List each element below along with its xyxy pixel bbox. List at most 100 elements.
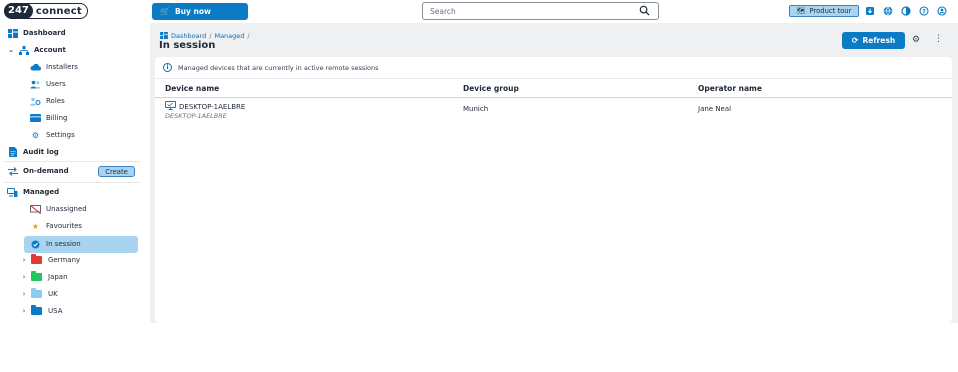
gear-icon[interactable]: ⚙ bbox=[912, 35, 920, 45]
sidebar-item-favourites[interactable]: ★ Favourites bbox=[30, 218, 82, 234]
sidebar-item-managed[interactable]: Managed bbox=[7, 184, 59, 200]
search-input[interactable]: Search bbox=[422, 2, 659, 20]
managed-devices-icon bbox=[7, 187, 18, 198]
roles-icon bbox=[30, 96, 41, 107]
column-header-device-group[interactable]: Device group bbox=[463, 84, 519, 93]
table-row[interactable]: DESKTOP-1AELBRE DESKTOP-1AELBRE Munich J… bbox=[155, 99, 952, 123]
sidebar-item-users[interactable]: Users bbox=[30, 76, 66, 92]
sidebar-group-label: UK bbox=[48, 290, 58, 298]
more-options-icon[interactable]: ⋮ bbox=[934, 34, 943, 44]
theme-contrast-icon[interactable] bbox=[900, 5, 911, 16]
page-title: In session bbox=[159, 40, 216, 51]
folder-icon bbox=[31, 288, 42, 298]
table-header: Device name Device group Operator name bbox=[155, 78, 952, 98]
sidebar-item-in-session[interactable]: In session bbox=[30, 236, 81, 252]
account-tree-icon bbox=[18, 45, 29, 56]
logo-word: connect bbox=[35, 5, 82, 17]
cart-icon: 🛒 bbox=[160, 7, 170, 16]
sidebar-group-label: Japan bbox=[48, 273, 68, 281]
sidebar: Dashboard ⌄ Account Installers Users Rol… bbox=[0, 23, 148, 323]
document-icon bbox=[7, 147, 18, 158]
help-icon[interactable]: ? bbox=[918, 5, 929, 16]
create-button[interactable]: Create bbox=[98, 166, 135, 177]
info-text: Managed devices that are currently in ac… bbox=[178, 63, 379, 72]
search-placeholder: Search bbox=[430, 6, 456, 16]
logo-mark: 247 connect bbox=[4, 3, 88, 19]
search-icon[interactable] bbox=[639, 5, 650, 16]
breadcrumb-separator: / bbox=[209, 31, 212, 40]
in-session-icon bbox=[30, 239, 41, 250]
sidebar-item-label: Account bbox=[34, 46, 66, 54]
sessions-panel: i Managed devices that are currently in … bbox=[155, 57, 952, 323]
sidebar-group-japan[interactable]: › Japan bbox=[20, 269, 68, 285]
sidebar-group-uk[interactable]: › UK bbox=[20, 286, 58, 302]
sidebar-item-account[interactable]: ⌄ Account bbox=[7, 42, 66, 58]
sidebar-item-unassigned[interactable]: Unassigned bbox=[30, 201, 87, 217]
sidebar-item-audit-log[interactable]: Audit log bbox=[7, 144, 59, 160]
folder-icon bbox=[31, 254, 42, 264]
sidebar-divider bbox=[4, 161, 140, 162]
refresh-button[interactable]: ⟳ Refresh bbox=[842, 32, 905, 49]
sidebar-item-roles[interactable]: Roles bbox=[30, 93, 65, 109]
sidebar-item-dashboard[interactable]: Dashboard bbox=[7, 25, 66, 41]
chevron-down-icon[interactable]: ⌄ bbox=[7, 46, 15, 54]
sidebar-item-label: Installers bbox=[46, 63, 78, 71]
breadcrumb-dashboard-link[interactable]: Dashboard bbox=[171, 32, 206, 40]
dashboard-icon bbox=[7, 28, 18, 39]
star-icon: ★ bbox=[31, 221, 40, 231]
logo-number: 247 bbox=[4, 3, 33, 19]
sidebar-item-label: Unassigned bbox=[46, 205, 87, 213]
unassigned-icon bbox=[30, 204, 41, 215]
sidebar-item-on-demand[interactable]: On-demand bbox=[7, 163, 69, 179]
sidebar-item-settings[interactable]: ⚙ Settings bbox=[30, 127, 75, 143]
buy-now-label: Buy now bbox=[174, 7, 211, 16]
column-header-device-name[interactable]: Device name bbox=[165, 84, 219, 93]
product-tour-label: Product tour bbox=[809, 7, 852, 15]
sidebar-item-label: Roles bbox=[46, 97, 65, 105]
device-name[interactable]: DESKTOP-1AELBRE bbox=[165, 101, 245, 112]
device-name-text: DESKTOP-1AELBRE bbox=[179, 102, 246, 111]
device-name-cell: DESKTOP-1AELBRE DESKTOP-1AELBRE bbox=[165, 101, 245, 120]
sidebar-item-label: In session bbox=[46, 240, 81, 248]
tour-icon: 🗺 bbox=[796, 7, 806, 15]
column-header-operator-name[interactable]: Operator name bbox=[698, 84, 762, 93]
credit-card-icon bbox=[30, 113, 41, 124]
sidebar-item-label: Settings bbox=[46, 131, 75, 139]
chevron-right-icon[interactable]: › bbox=[20, 256, 28, 264]
cloud-download-icon bbox=[30, 62, 41, 73]
info-banner: i Managed devices that are currently in … bbox=[163, 63, 379, 72]
sidebar-item-installers[interactable]: Installers bbox=[30, 59, 78, 75]
sidebar-group-label: Germany bbox=[48, 256, 81, 264]
chevron-right-icon[interactable]: › bbox=[20, 290, 28, 298]
refresh-icon: ⟳ bbox=[851, 36, 859, 45]
operator-name-cell: Jane Neal bbox=[698, 105, 732, 113]
folder-icon bbox=[31, 271, 42, 281]
top-icon-group: ? bbox=[864, 5, 947, 16]
product-tour-button[interactable]: 🗺 Product tour bbox=[789, 5, 859, 17]
chevron-right-icon[interactable]: › bbox=[20, 273, 28, 281]
chevron-right-icon[interactable]: › bbox=[20, 307, 28, 315]
sidebar-group-label: USA bbox=[48, 307, 63, 315]
info-icon: i bbox=[163, 63, 172, 72]
sidebar-divider bbox=[4, 182, 140, 183]
logo[interactable]: 247 connect bbox=[4, 3, 88, 19]
device-hostname: DESKTOP-1AELBRE bbox=[165, 112, 227, 120]
sidebar-item-billing[interactable]: Billing bbox=[30, 110, 67, 126]
gear-icon: ⚙ bbox=[31, 130, 40, 140]
sidebar-item-label: Managed bbox=[23, 188, 60, 196]
sidebar-item-label: Audit log bbox=[23, 148, 59, 156]
account-icon[interactable] bbox=[936, 5, 947, 16]
main-content: Dashboard / Managed / In session ⟳ Refre… bbox=[150, 23, 958, 323]
svg-text:?: ? bbox=[922, 8, 926, 15]
swap-arrows-icon bbox=[7, 166, 18, 177]
sidebar-group-germany[interactable]: › Germany bbox=[20, 252, 80, 268]
sidebar-item-label: On-demand bbox=[23, 167, 69, 175]
refresh-label: Refresh bbox=[862, 36, 896, 45]
breadcrumb-managed-link[interactable]: Managed bbox=[214, 32, 244, 40]
language-icon[interactable] bbox=[882, 5, 893, 16]
users-icon bbox=[30, 79, 41, 90]
buy-now-button[interactable]: 🛒 Buy now bbox=[152, 3, 248, 20]
download-icon[interactable] bbox=[864, 5, 875, 16]
sidebar-group-usa[interactable]: › USA bbox=[20, 303, 63, 319]
folder-icon bbox=[31, 305, 42, 315]
